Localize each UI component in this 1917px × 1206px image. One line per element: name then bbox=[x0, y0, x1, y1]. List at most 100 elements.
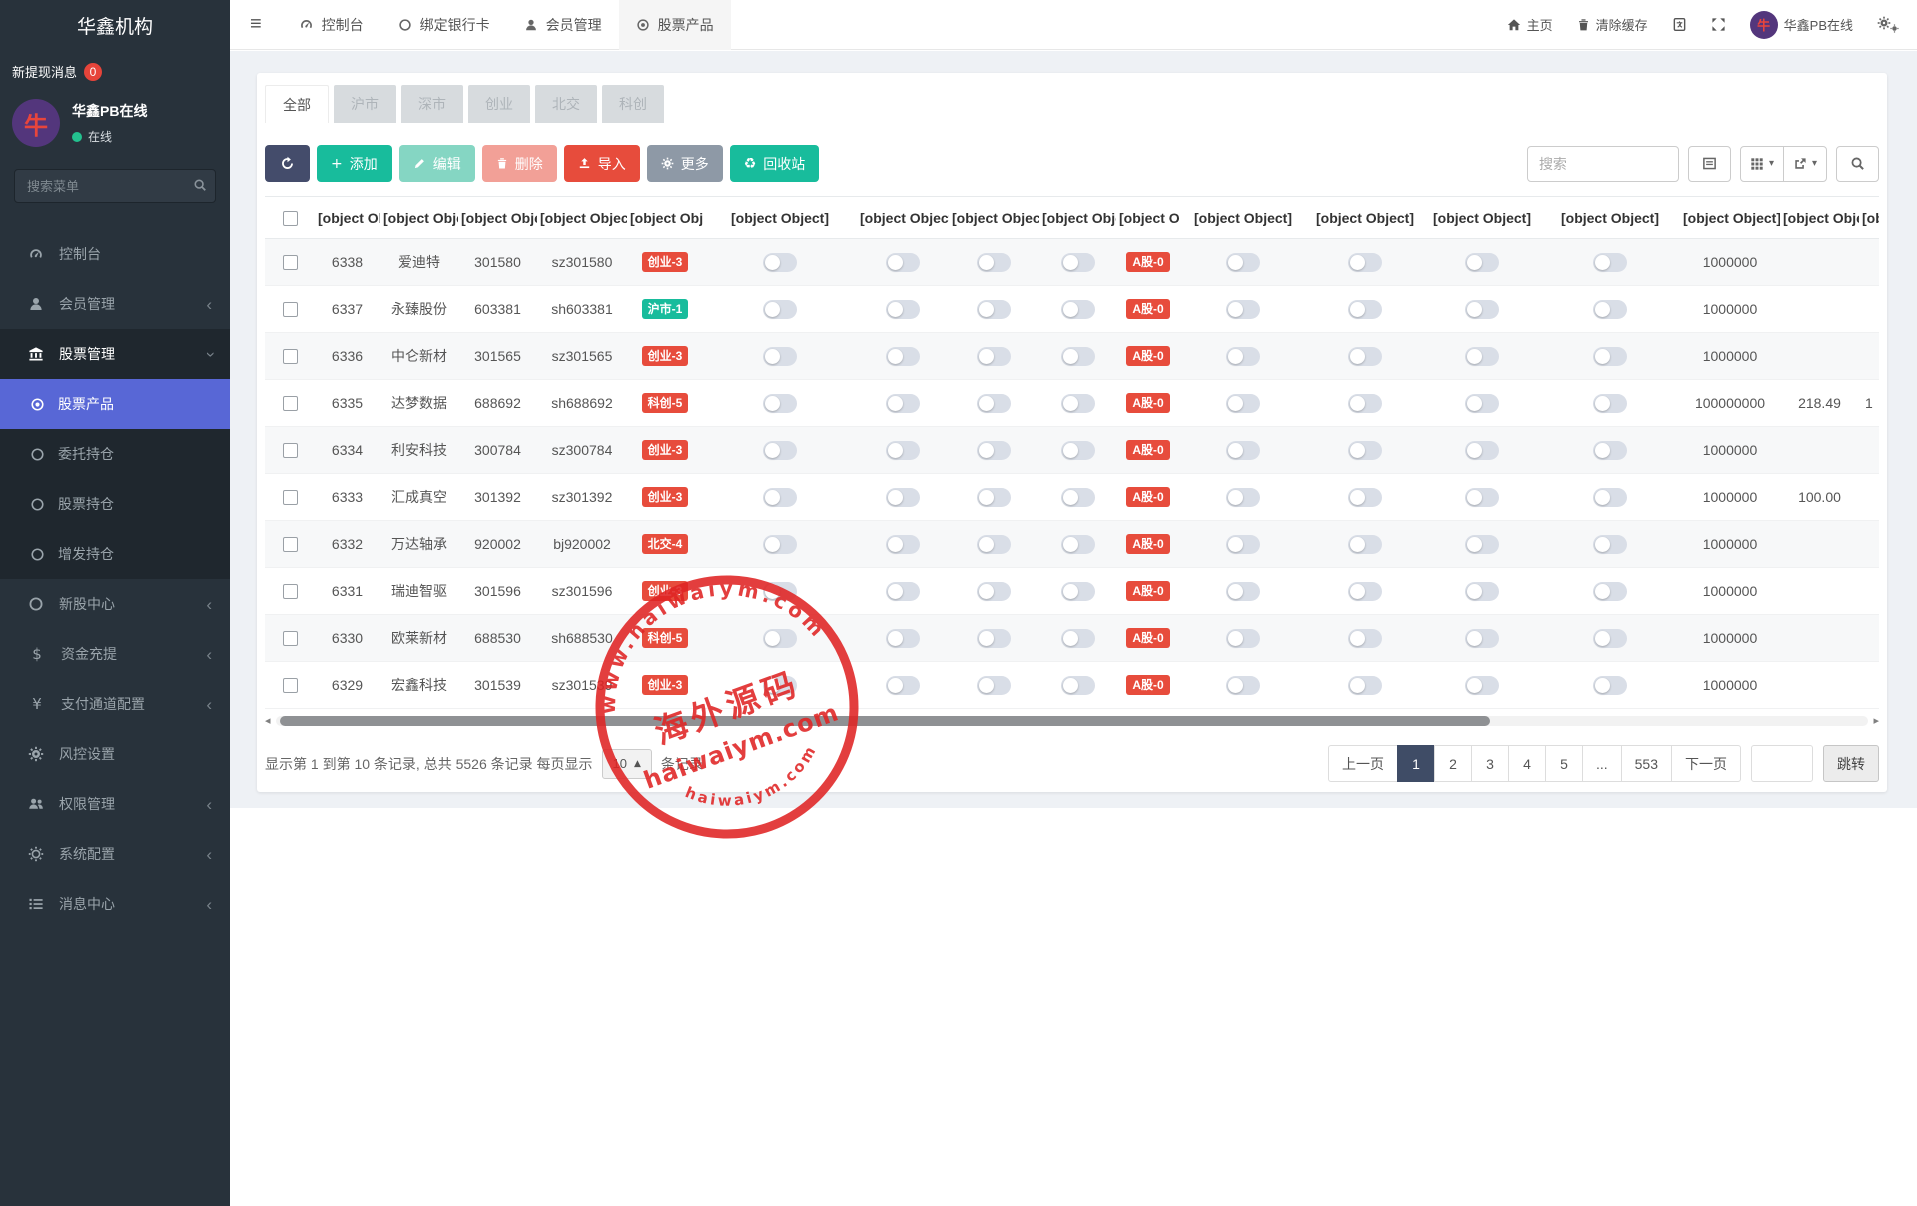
block-trade-toggle[interactable] bbox=[1348, 347, 1382, 366]
grab-status-toggle[interactable] bbox=[977, 253, 1011, 272]
block-trade-toggle[interactable] bbox=[1348, 253, 1382, 272]
sidebar-item-message-center[interactable]: 消息中心 bbox=[0, 879, 230, 929]
show-hide-toggle[interactable] bbox=[1061, 347, 1095, 366]
page-number-button[interactable]: 1 bbox=[1397, 745, 1435, 782]
column-header[interactable]: [object Object] bbox=[1859, 197, 1879, 239]
block-trade-toggle[interactable] bbox=[1348, 676, 1382, 695]
additional-issue-toggle[interactable] bbox=[1465, 629, 1499, 648]
page-number-button[interactable]: 4 bbox=[1508, 745, 1546, 782]
leverage-toggle[interactable] bbox=[1226, 629, 1260, 648]
topnav-console[interactable]: 控制台 bbox=[282, 0, 381, 50]
sidebar-item-issue-position[interactable]: 增发持仓 bbox=[0, 529, 230, 579]
withdraw-notice[interactable]: 新提现消息 0 bbox=[0, 50, 230, 87]
scroll-left-icon[interactable]: ◂ bbox=[265, 714, 271, 727]
row-checkbox[interactable] bbox=[283, 584, 298, 599]
show-hide-toggle[interactable] bbox=[1061, 676, 1095, 695]
column-header[interactable]: [object Object] bbox=[1540, 197, 1680, 239]
column-header[interactable]: [object Object] bbox=[1116, 197, 1180, 239]
vip-research-toggle[interactable] bbox=[1593, 488, 1627, 507]
vip-research-toggle[interactable] bbox=[1593, 629, 1627, 648]
leverage-toggle[interactable] bbox=[1226, 535, 1260, 554]
prev-page-button[interactable]: 上一页 bbox=[1328, 745, 1398, 782]
sidebar-item-fund-deposit[interactable]: $ 资金充提 bbox=[0, 629, 230, 679]
leverage-toggle[interactable] bbox=[1226, 347, 1260, 366]
column-header[interactable]: [object Object] bbox=[627, 197, 703, 239]
jump-page-input[interactable] bbox=[1751, 745, 1813, 782]
column-header[interactable]: [object Object] bbox=[1780, 197, 1859, 239]
show-hide-toggle[interactable] bbox=[1061, 629, 1095, 648]
scrollbar-track[interactable] bbox=[276, 716, 1869, 726]
vip-research-toggle[interactable] bbox=[1593, 394, 1627, 413]
additional-issue-toggle[interactable] bbox=[1465, 676, 1499, 695]
sidebar-item-new-stock-center[interactable]: 新股中心 bbox=[0, 579, 230, 629]
normal-trade-toggle[interactable] bbox=[763, 676, 797, 695]
additional-issue-toggle[interactable] bbox=[1465, 394, 1499, 413]
leverage-toggle[interactable] bbox=[1226, 582, 1260, 601]
column-header[interactable]: [object Object] bbox=[1306, 197, 1424, 239]
same-day-close-toggle[interactable] bbox=[886, 488, 920, 507]
column-header[interactable]: [object Object] bbox=[949, 197, 1039, 239]
vip-research-toggle[interactable] bbox=[1593, 535, 1627, 554]
same-day-close-toggle[interactable] bbox=[886, 629, 920, 648]
block-trade-toggle[interactable] bbox=[1348, 488, 1382, 507]
leverage-toggle[interactable] bbox=[1226, 394, 1260, 413]
normal-trade-toggle[interactable] bbox=[763, 347, 797, 366]
normal-trade-toggle[interactable] bbox=[763, 535, 797, 554]
sidebar-item-stock-mgmt[interactable]: 股票管理 bbox=[0, 329, 230, 379]
grab-status-toggle[interactable] bbox=[977, 535, 1011, 554]
recycle-button[interactable]: ♻回收站 bbox=[730, 145, 820, 182]
edit-button[interactable]: 编辑 bbox=[399, 145, 475, 182]
grab-status-toggle[interactable] bbox=[977, 394, 1011, 413]
column-header[interactable]: [object Object] bbox=[703, 197, 857, 239]
menu-search-input[interactable] bbox=[14, 169, 216, 203]
export-button[interactable]: ▾ bbox=[1783, 146, 1827, 182]
vip-research-toggle[interactable] bbox=[1593, 676, 1627, 695]
column-header[interactable]: [object Object] bbox=[380, 197, 458, 239]
add-button[interactable]: +添加 bbox=[317, 145, 392, 182]
topnav-members[interactable]: 会员管理 bbox=[507, 0, 619, 50]
same-day-close-toggle[interactable] bbox=[886, 676, 920, 695]
market-tab[interactable]: 深市 bbox=[401, 85, 463, 123]
refresh-button[interactable] bbox=[265, 145, 310, 182]
column-header[interactable]: [object Object] bbox=[537, 197, 627, 239]
column-header[interactable]: [object Object] bbox=[315, 197, 380, 239]
sidebar-item-stock-position[interactable]: 股票持仓 bbox=[0, 479, 230, 529]
column-header[interactable]: [object Object] bbox=[1680, 197, 1780, 239]
show-hide-toggle[interactable] bbox=[1061, 253, 1095, 272]
normal-trade-toggle[interactable] bbox=[763, 488, 797, 507]
leverage-toggle[interactable] bbox=[1226, 488, 1260, 507]
sidebar-item-system-config[interactable]: 系统配置 bbox=[0, 829, 230, 879]
next-page-button[interactable]: 下一页 bbox=[1671, 745, 1741, 782]
import-button[interactable]: 导入 bbox=[564, 145, 640, 182]
vip-research-toggle[interactable] bbox=[1593, 347, 1627, 366]
additional-issue-toggle[interactable] bbox=[1465, 253, 1499, 272]
block-trade-toggle[interactable] bbox=[1348, 441, 1382, 460]
show-hide-toggle[interactable] bbox=[1061, 488, 1095, 507]
market-tab[interactable]: 全部 bbox=[265, 85, 329, 123]
block-trade-toggle[interactable] bbox=[1348, 582, 1382, 601]
sidebar-item-console[interactable]: 控制台 bbox=[0, 229, 230, 279]
additional-issue-toggle[interactable] bbox=[1465, 488, 1499, 507]
page-number-button[interactable]: ... bbox=[1582, 745, 1622, 782]
grab-status-toggle[interactable] bbox=[977, 582, 1011, 601]
market-tab[interactable]: 北交 bbox=[535, 85, 597, 123]
scrollbar-thumb[interactable] bbox=[280, 716, 1491, 726]
language-icon[interactable] bbox=[1672, 17, 1687, 32]
topnav-stock-product[interactable]: 股票产品 bbox=[619, 0, 731, 50]
sidebar-item-permission-mgmt[interactable]: 权限管理 bbox=[0, 779, 230, 829]
grab-status-toggle[interactable] bbox=[977, 488, 1011, 507]
normal-trade-toggle[interactable] bbox=[763, 253, 797, 272]
leverage-toggle[interactable] bbox=[1226, 300, 1260, 319]
clear-cache-link[interactable]: 清除缓存 bbox=[1577, 15, 1648, 34]
leverage-toggle[interactable] bbox=[1226, 676, 1260, 695]
topnav-bank-card[interactable]: 绑定银行卡 bbox=[381, 0, 507, 50]
row-checkbox[interactable] bbox=[283, 349, 298, 364]
additional-issue-toggle[interactable] bbox=[1465, 441, 1499, 460]
market-tab[interactable]: 科创 bbox=[602, 85, 664, 123]
normal-trade-toggle[interactable] bbox=[763, 441, 797, 460]
page-size-select[interactable]: 10 ▲ bbox=[602, 749, 652, 779]
sidebar-item-payment-channel[interactable]: ¥ 支付通道配置 bbox=[0, 679, 230, 729]
column-header[interactable]: [object Object] bbox=[1039, 197, 1116, 239]
page-number-button[interactable]: 5 bbox=[1545, 745, 1583, 782]
table-search-input[interactable] bbox=[1527, 146, 1679, 182]
